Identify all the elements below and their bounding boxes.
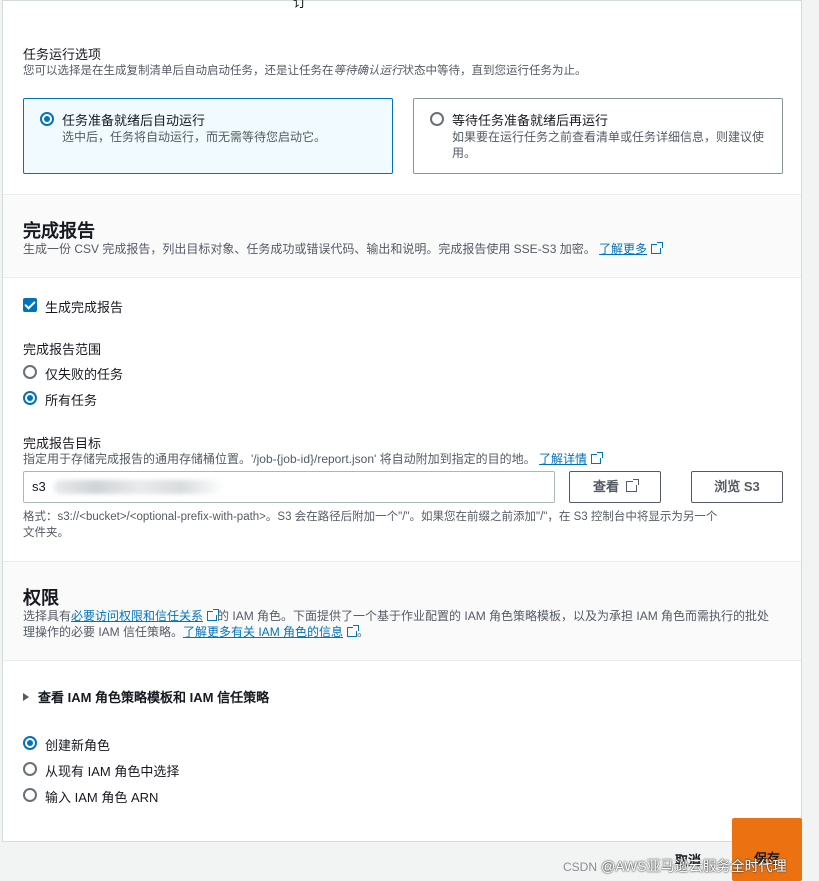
scope-failed-only-label: 仅失败的任务 [45,367,124,382]
cropped-header-text: 订 [293,0,307,10]
report-scope-label: 完成报告范围 [23,342,102,357]
scope-all-tasks-label: 所有任务 [45,393,98,408]
external-link-icon [347,625,360,637]
iam-role-info-link[interactable]: 了解更多有关 IAM 角色的信息 [183,625,343,639]
run-wait-title: 等待任务准备就绪后再运行 [452,113,609,128]
trust-relationship-link[interactable]: 必要访问权限和信任关系 [71,609,203,623]
radio-selected-icon[interactable] [23,736,37,750]
run-auto-title: 任务准备就绪后自动运行 [62,113,206,128]
iam-policy-expander[interactable]: 查看 IAM 角色策略模板和 IAM 信任策略 [23,687,269,706]
run-options-title: 任务运行选项 [23,47,102,62]
radio-unselected-icon[interactable] [430,112,444,126]
run-wait-option[interactable]: 等待任务准备就绪后再运行 如果要在运行任务之前查看清单或任务详细信息，则建议使用… [413,98,783,174]
report-destination-label: 完成报告目标 [23,436,102,451]
view-button[interactable]: 查看 [569,471,661,503]
role-create-new-label: 创建新角色 [45,738,111,753]
run-options-desc: 您可以选择是在生成复制清单后自动启动任务，还是让任务在等待确认运行状态中等待，直… [23,65,587,77]
permissions-title: 权限 [23,588,59,608]
external-link-icon [207,609,220,621]
radio-unselected-icon[interactable] [23,788,37,802]
learn-details-link[interactable]: 了解详情 [539,452,587,466]
run-wait-desc: 如果要在运行任务之前查看清单或任务详细信息，则建议使 用。 [452,130,765,160]
input-value: s3 [32,479,46,494]
generate-report-label: 生成完成报告 [45,300,124,315]
watermark: CSDN @AWS亚马逊云服务全时代理 [563,858,787,874]
external-link-icon [651,242,664,254]
caret-right-icon [23,693,29,701]
run-auto-option[interactable]: 任务准备就绪后自动运行 选中后，任务将自动运行，而无需等待您启动它。 [23,98,393,174]
completion-report-title: 完成报告 [23,221,95,241]
run-auto-desc: 选中后，任务将自动运行，而无需等待您启动它。 [62,130,327,144]
completion-report-desc: 生成一份 CSV 完成报告，列出目标对象、任务成功或错误代码、输出和说明。完成报… [23,241,664,257]
redacted-blur [54,480,224,494]
external-link-icon [626,479,639,492]
role-enter-arn-label: 输入 IAM 角色 ARN [45,790,159,805]
permissions-header: 权限 选择具有必要访问权限和信任关系的 IAM 角色。下面提供了一个基于作业配置… [3,561,801,661]
completion-report-header: 完成报告 生成一份 CSV 完成报告，列出目标对象、任务成功或错误代码、输出和说… [3,194,801,278]
browse-s3-button[interactable]: 浏览 S3 [691,471,783,503]
radio-unselected-icon[interactable] [23,762,37,776]
report-destination-desc: 指定用于存储完成报告的通用存储桶位置。'/job-{job-id}/report… [23,451,604,467]
report-destination-input[interactable]: s3 [23,471,555,503]
radio-unselected-icon[interactable] [23,365,37,379]
role-choose-existing-label: 从现有 IAM 角色中选择 [45,764,180,779]
permissions-desc: 选择具有必要访问权限和信任关系的 IAM 角色。下面提供了一个基于作业配置的 I… [23,609,770,639]
learn-more-link[interactable]: 了解更多 [599,242,647,256]
radio-selected-icon[interactable] [23,391,37,405]
format-hint: 格式：s3://<bucket>/<optional-prefix-with-p… [23,511,718,539]
generate-report-checkbox[interactable] [23,298,37,312]
radio-selected-icon[interactable] [40,112,54,126]
external-link-icon [591,452,604,464]
job-config-panel: 订 任务运行选项 您可以选择是在生成复制清单后自动启动任务，还是让任务在等待确认… [2,0,802,842]
